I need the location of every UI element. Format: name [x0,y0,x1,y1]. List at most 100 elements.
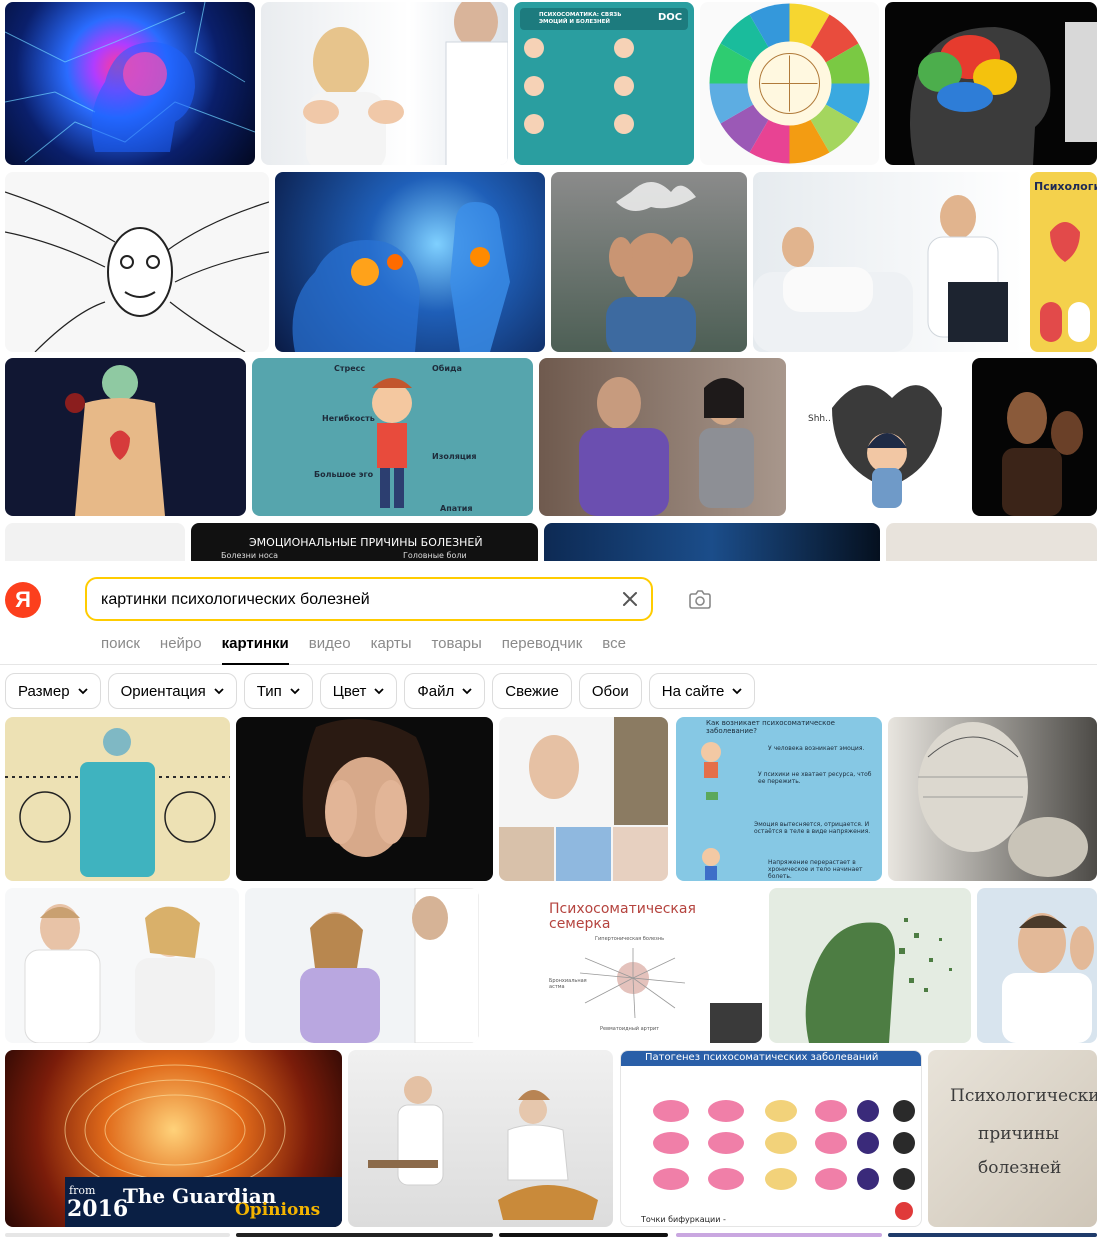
image-result[interactable]: Психосоматическая семерка Гипертоническа… [485,888,762,1043]
stress-label: Апатия [440,504,473,513]
image-result[interactable]: Патогенез психосоматических заболеваний … [620,1050,922,1227]
image-result[interactable]: Психологи [1030,172,1097,352]
filter-file[interactable]: Файл [404,673,486,709]
image-result[interactable] [5,717,230,881]
stress-label: Стресс [334,364,366,373]
image-result[interactable] [977,888,1097,1043]
image-result[interactable]: Shh.. [792,358,966,516]
image-result[interactable]: from 2016 The Guardian Opinions [5,1050,342,1227]
psychotherapist-patient-photo [753,195,1008,352]
emotional-sub: Болезни носа [221,551,279,560]
filter-label: Файл [417,682,455,700]
image-result[interactable] [769,888,971,1043]
hysteria-patient-photo [368,1076,598,1220]
search-box [85,577,653,621]
filter-label: На сайте [661,682,725,700]
tab-images[interactable]: картинки [221,635,289,665]
psychosomatic-seven-diagram [579,948,762,1043]
psych-causes-line: причины [978,1124,1059,1144]
tab-video[interactable]: видео [309,635,351,665]
image-result[interactable] [753,172,1024,352]
image-result[interactable] [676,1233,882,1237]
image-result[interactable] [245,888,479,1043]
clear-icon[interactable] [621,590,639,608]
stress-label: Негибкость [322,414,375,423]
image-result[interactable] [275,172,545,352]
search-input[interactable] [101,589,601,611]
doc-badge: DOC [658,12,683,23]
shadows-anxiety-illustration [832,385,942,508]
image-result[interactable]: Как возникает психосоматическое заболева… [676,717,882,881]
seven-item: Ревматоидный артрит [600,1026,660,1032]
filter-size[interactable]: Размер [5,673,101,709]
image-result[interactable] [888,1233,1097,1237]
image-result[interactable] [5,172,269,352]
filter-label: Свежие [505,682,559,700]
filter-color[interactable]: Цвет [319,673,398,709]
image-result[interactable] [888,717,1097,881]
image-result[interactable] [236,1233,493,1237]
tab-goods[interactable]: товары [431,635,481,665]
image-result[interactable] [499,1233,668,1237]
image-result[interactable] [261,2,508,165]
headache-man-photo [606,182,696,352]
filter-on-site[interactable]: На сайте [648,673,756,709]
pathogenesis-diagram [653,1100,915,1220]
shh-label: Shh.. [808,414,831,424]
brain-profile-illustration [910,22,1097,165]
image-result[interactable] [5,888,239,1043]
filter-type[interactable]: Тип [243,673,313,709]
brain-network-illustration [5,2,255,163]
image-result[interactable]: Психологические причины болезней [928,1050,1097,1227]
crying-woman-photo [302,719,430,857]
filter-label: Тип [256,682,282,700]
guardian-section: Opinions [235,1200,321,1220]
psych-causes-line: Психологические [950,1086,1097,1106]
image-result[interactable] [972,358,1097,516]
filter-wallpapers[interactable]: Обои [578,673,642,709]
stress-label: Обида [432,364,462,373]
body-organs-illustration [65,365,165,516]
doctor-consulting-girl-photo [24,904,215,1043]
dark-portrait-photo [1002,392,1083,516]
emotional-causes-title: ЭМОЦИОНАЛЬНЫЕ ПРИЧИНЫ БОЛЕЗНЕЙ [249,536,483,549]
tab-neuro[interactable]: нейро [160,635,202,665]
brain-body-connection [292,202,510,352]
tab-search[interactable]: поиск [101,635,140,665]
image-result[interactable] [539,358,786,516]
filter-fresh[interactable]: Свежие [492,673,572,709]
chevron-down-icon [77,687,88,694]
image-result[interactable] [700,2,879,165]
tab-maps[interactable]: карты [371,635,412,665]
chevron-down-icon [374,687,384,694]
image-result[interactable] [885,2,1097,165]
psych-causes-line: болезней [978,1158,1062,1178]
yandex-logo[interactable]: Я [5,582,41,618]
phrenology-head-photo [918,722,1088,877]
patho-footer: Точки бифуркации - [641,1215,726,1224]
tab-all[interactable]: все [602,635,626,665]
image-result[interactable] [499,717,668,881]
filter-orientation[interactable]: Ориентация [107,673,237,709]
image-result[interactable]: Стресс Обида Негибкость Изоляция Большое… [252,358,533,516]
chevron-down-icon [462,687,472,694]
filter-label: Обои [591,682,629,700]
camera-search-icon[interactable] [688,588,712,610]
image-result[interactable] [236,717,493,881]
man-with-therapist-photo [579,377,754,516]
image-result[interactable] [348,1050,613,1227]
doc-title: ПСИХОСОМАТИКА: СВЯЗЬ ЭМОЦИЙ И БОЛЕЗНЕЙ [539,12,622,25]
filter-label: Размер [18,682,70,700]
tab-translator[interactable]: переводчик [502,635,582,665]
search-tabs: поиск нейро картинки видео карты товары … [101,635,646,665]
chevron-down-icon [732,687,743,694]
image-result[interactable] [5,2,255,165]
image-result[interactable] [5,1233,230,1237]
stress-label: Изоляция [432,452,477,461]
image-result[interactable] [551,172,747,352]
image-result[interactable] [5,358,246,516]
emotional-sub: Головные боли [403,551,467,560]
image-result[interactable]: ПСИХОСОМАТИКА: СВЯЗЬ ЭМОЦИЙ И БОЛЕЗНЕЙ D… [514,2,694,165]
filter-bar: Размер Ориентация Тип Цвет Файл Свежие О… [5,673,756,709]
guardian-year: 2016 [67,1196,129,1222]
